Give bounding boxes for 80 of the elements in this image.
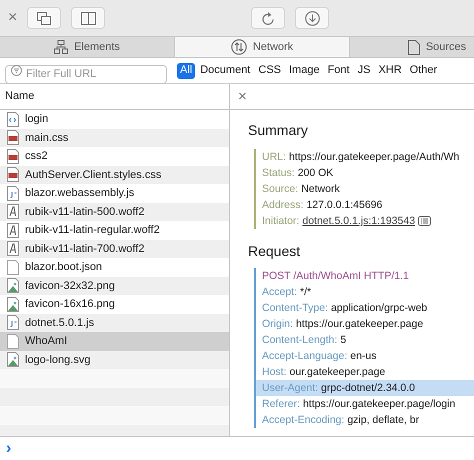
- split-button[interactable]: [71, 7, 106, 29]
- file-icon: [7, 334, 19, 349]
- header-value: en-us: [350, 349, 376, 364]
- type-filter[interactable]: Document: [197, 62, 254, 78]
- header-name: Content-Length:: [262, 333, 338, 348]
- header-value: gzip, deflate, br: [347, 413, 420, 428]
- field-value: Network: [301, 182, 340, 197]
- field-label: URL:: [262, 150, 286, 165]
- header-value: https://our.gatekeeper.page: [296, 317, 424, 332]
- field-value: https://our.gatekeeper.page/Auth/Wh: [288, 150, 460, 165]
- panel-tab[interactable]: Network: [175, 37, 350, 57]
- field-label: Address:: [262, 198, 304, 213]
- elements-icon: [54, 40, 68, 54]
- download-icon: [304, 10, 320, 26]
- field-label: Status:: [262, 166, 295, 181]
- reveal-icon[interactable]: [418, 216, 432, 226]
- request-line: POST /Auth/WhoAmI HTTP/1.1: [261, 269, 410, 284]
- network-icon: [230, 39, 247, 55]
- undock-button[interactable]: [27, 7, 62, 29]
- css-file-icon: [7, 148, 19, 164]
- header-value: grpc-dotnet/2.34.0.0: [321, 381, 416, 396]
- file-icon: [7, 260, 19, 275]
- header-name: Referer:: [262, 397, 300, 412]
- header-name: Accept-Language:: [262, 349, 348, 364]
- header-name: Origin:: [262, 317, 293, 332]
- reload-icon: [261, 10, 276, 26]
- html-file-icon: [7, 112, 19, 127]
- document-icon: [408, 40, 420, 54]
- request-row[interactable]: favicon-32x32.png: [0, 276, 229, 295]
- section-title: Summary: [248, 121, 309, 140]
- type-filter[interactable]: All: [177, 62, 196, 78]
- font-file-icon: [7, 204, 19, 220]
- font-file-icon: [7, 222, 19, 238]
- close-button[interactable]: ×: [8, 10, 18, 26]
- request-row[interactable]: main.css: [0, 128, 229, 147]
- field-label: Source:: [262, 182, 298, 197]
- header-value: 5: [340, 333, 346, 348]
- initiator-link[interactable]: dotnet.5.0.1.js:1:193543: [302, 213, 416, 229]
- font-file-icon: [7, 241, 19, 256]
- header-name: Accept:: [262, 285, 298, 300]
- field-value: 127.0.0.1:45696: [306, 198, 382, 213]
- request-row[interactable]: logo-long.svg: [0, 350, 229, 369]
- js-file-icon: [7, 186, 19, 201]
- type-filter[interactable]: Other: [406, 62, 440, 78]
- css-file-icon: [7, 167, 19, 182]
- header-value: application/grpc-web: [330, 301, 428, 316]
- filter-field[interactable]: Filter Full URL: [5, 64, 167, 84]
- request-row[interactable]: rubik-v11-latin-700.woff2: [0, 240, 229, 258]
- reload-button[interactable]: [251, 7, 286, 29]
- request-row[interactable]: dotnet.5.0.1.js: [0, 314, 229, 332]
- header-name: Host:: [262, 365, 287, 380]
- header-value: our.gatekeeper.page: [290, 365, 386, 380]
- header-name: Accept-Encoding:: [262, 413, 344, 428]
- image-file-icon: [7, 278, 19, 294]
- js-file-icon: [7, 315, 19, 330]
- type-filter[interactable]: JS: [354, 62, 374, 78]
- type-filter[interactable]: Font: [324, 62, 353, 78]
- console-prompt: ›: [6, 440, 12, 456]
- section-title: Request: [248, 242, 302, 261]
- type-filter[interactable]: CSS: [255, 62, 284, 78]
- css-file-icon: [7, 130, 19, 146]
- field-label: Initiator:: [262, 214, 300, 229]
- header-value: https://our.gatekeeper.page/login: [302, 397, 456, 412]
- header-name: User-Agent:: [262, 381, 318, 396]
- header-value: */*: [300, 285, 312, 300]
- filter-icon: [11, 65, 22, 76]
- request-row[interactable]: WhoAmI: [0, 332, 229, 350]
- request-row[interactable]: rubik-v11-latin-500.woff2: [0, 202, 229, 221]
- column-header: Name: [5, 89, 34, 104]
- field-value: 200 OK: [298, 166, 334, 181]
- image-file-icon: [7, 296, 19, 312]
- type-filter[interactable]: Image: [286, 62, 323, 78]
- windows-icon: [37, 12, 52, 24]
- close-button[interactable]: ×: [238, 89, 247, 104]
- download-button[interactable]: [295, 7, 330, 29]
- header-name: Content-Type:: [262, 301, 328, 316]
- image-file-icon: [7, 352, 19, 368]
- request-row[interactable]: AuthServer.Client.styles.css: [0, 166, 229, 184]
- type-filter[interactable]: XHR: [375, 62, 405, 78]
- split-view-icon: [80, 12, 96, 24]
